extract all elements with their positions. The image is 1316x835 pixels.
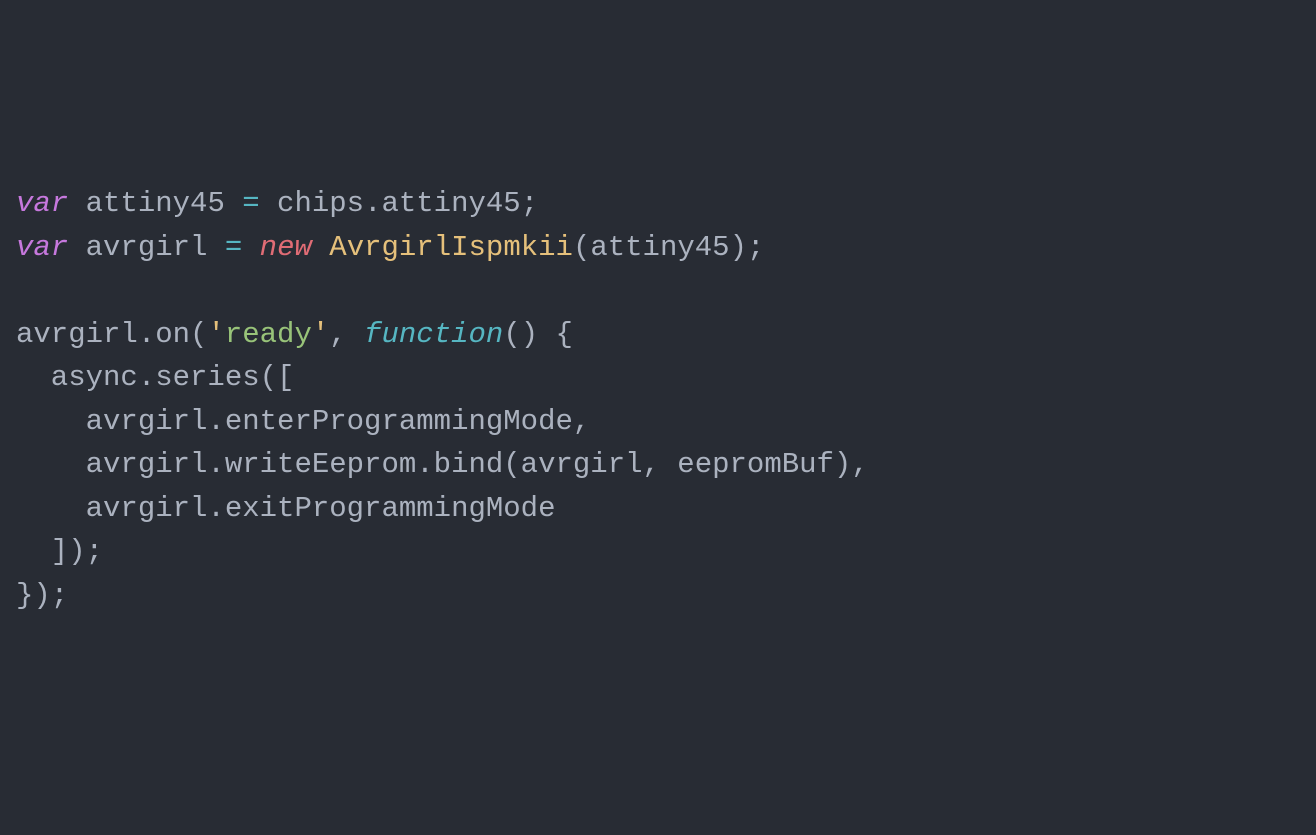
code-token: avrgirl.enterProgrammingMode,: [16, 405, 590, 438]
code-editor[interactable]: var attiny45 = chips.attiny45;var avrgir…: [16, 182, 1300, 617]
code-line[interactable]: });: [16, 574, 1300, 618]
code-token: avrgirl: [68, 231, 225, 264]
code-line[interactable]: avrgirl.writeEeprom.bind(avrgirl, eeprom…: [16, 443, 1300, 487]
code-token: avrgirl.exitProgrammingMode: [16, 492, 556, 525]
code-token: () {: [503, 318, 573, 351]
code-token: [312, 231, 329, 264]
code-line[interactable]: [16, 269, 1300, 313]
code-token: chips.attiny45;: [260, 187, 538, 220]
code-token: ,: [329, 318, 364, 351]
code-token: avrgirl.on(: [16, 318, 207, 351]
code-token: ': [312, 318, 329, 351]
code-token: async.series([: [16, 361, 294, 394]
code-token: ready: [225, 318, 312, 351]
code-line[interactable]: ]);: [16, 530, 1300, 574]
code-token: AvrgirlIspmkii: [329, 231, 573, 264]
code-token: var: [16, 231, 68, 264]
code-token: ]);: [16, 535, 103, 568]
code-token: =: [242, 187, 259, 220]
code-line[interactable]: async.series([: [16, 356, 1300, 400]
code-token: function: [364, 318, 503, 351]
code-line[interactable]: var attiny45 = chips.attiny45;: [16, 182, 1300, 226]
code-token: (attiny45);: [573, 231, 764, 264]
code-line[interactable]: var avrgirl = new AvrgirlIspmkii(attiny4…: [16, 226, 1300, 270]
code-line[interactable]: avrgirl.exitProgrammingMode: [16, 487, 1300, 531]
code-token: =: [225, 231, 242, 264]
code-line[interactable]: avrgirl.enterProgrammingMode,: [16, 400, 1300, 444]
code-token: new: [260, 231, 312, 264]
code-token: [242, 231, 259, 264]
code-token: ': [207, 318, 224, 351]
code-token: avrgirl.writeEeprom.bind(avrgirl, eeprom…: [16, 448, 869, 481]
code-token: });: [16, 579, 68, 612]
code-token: attiny45: [68, 187, 242, 220]
code-line[interactable]: avrgirl.on('ready', function() {: [16, 313, 1300, 357]
code-token: var: [16, 187, 68, 220]
